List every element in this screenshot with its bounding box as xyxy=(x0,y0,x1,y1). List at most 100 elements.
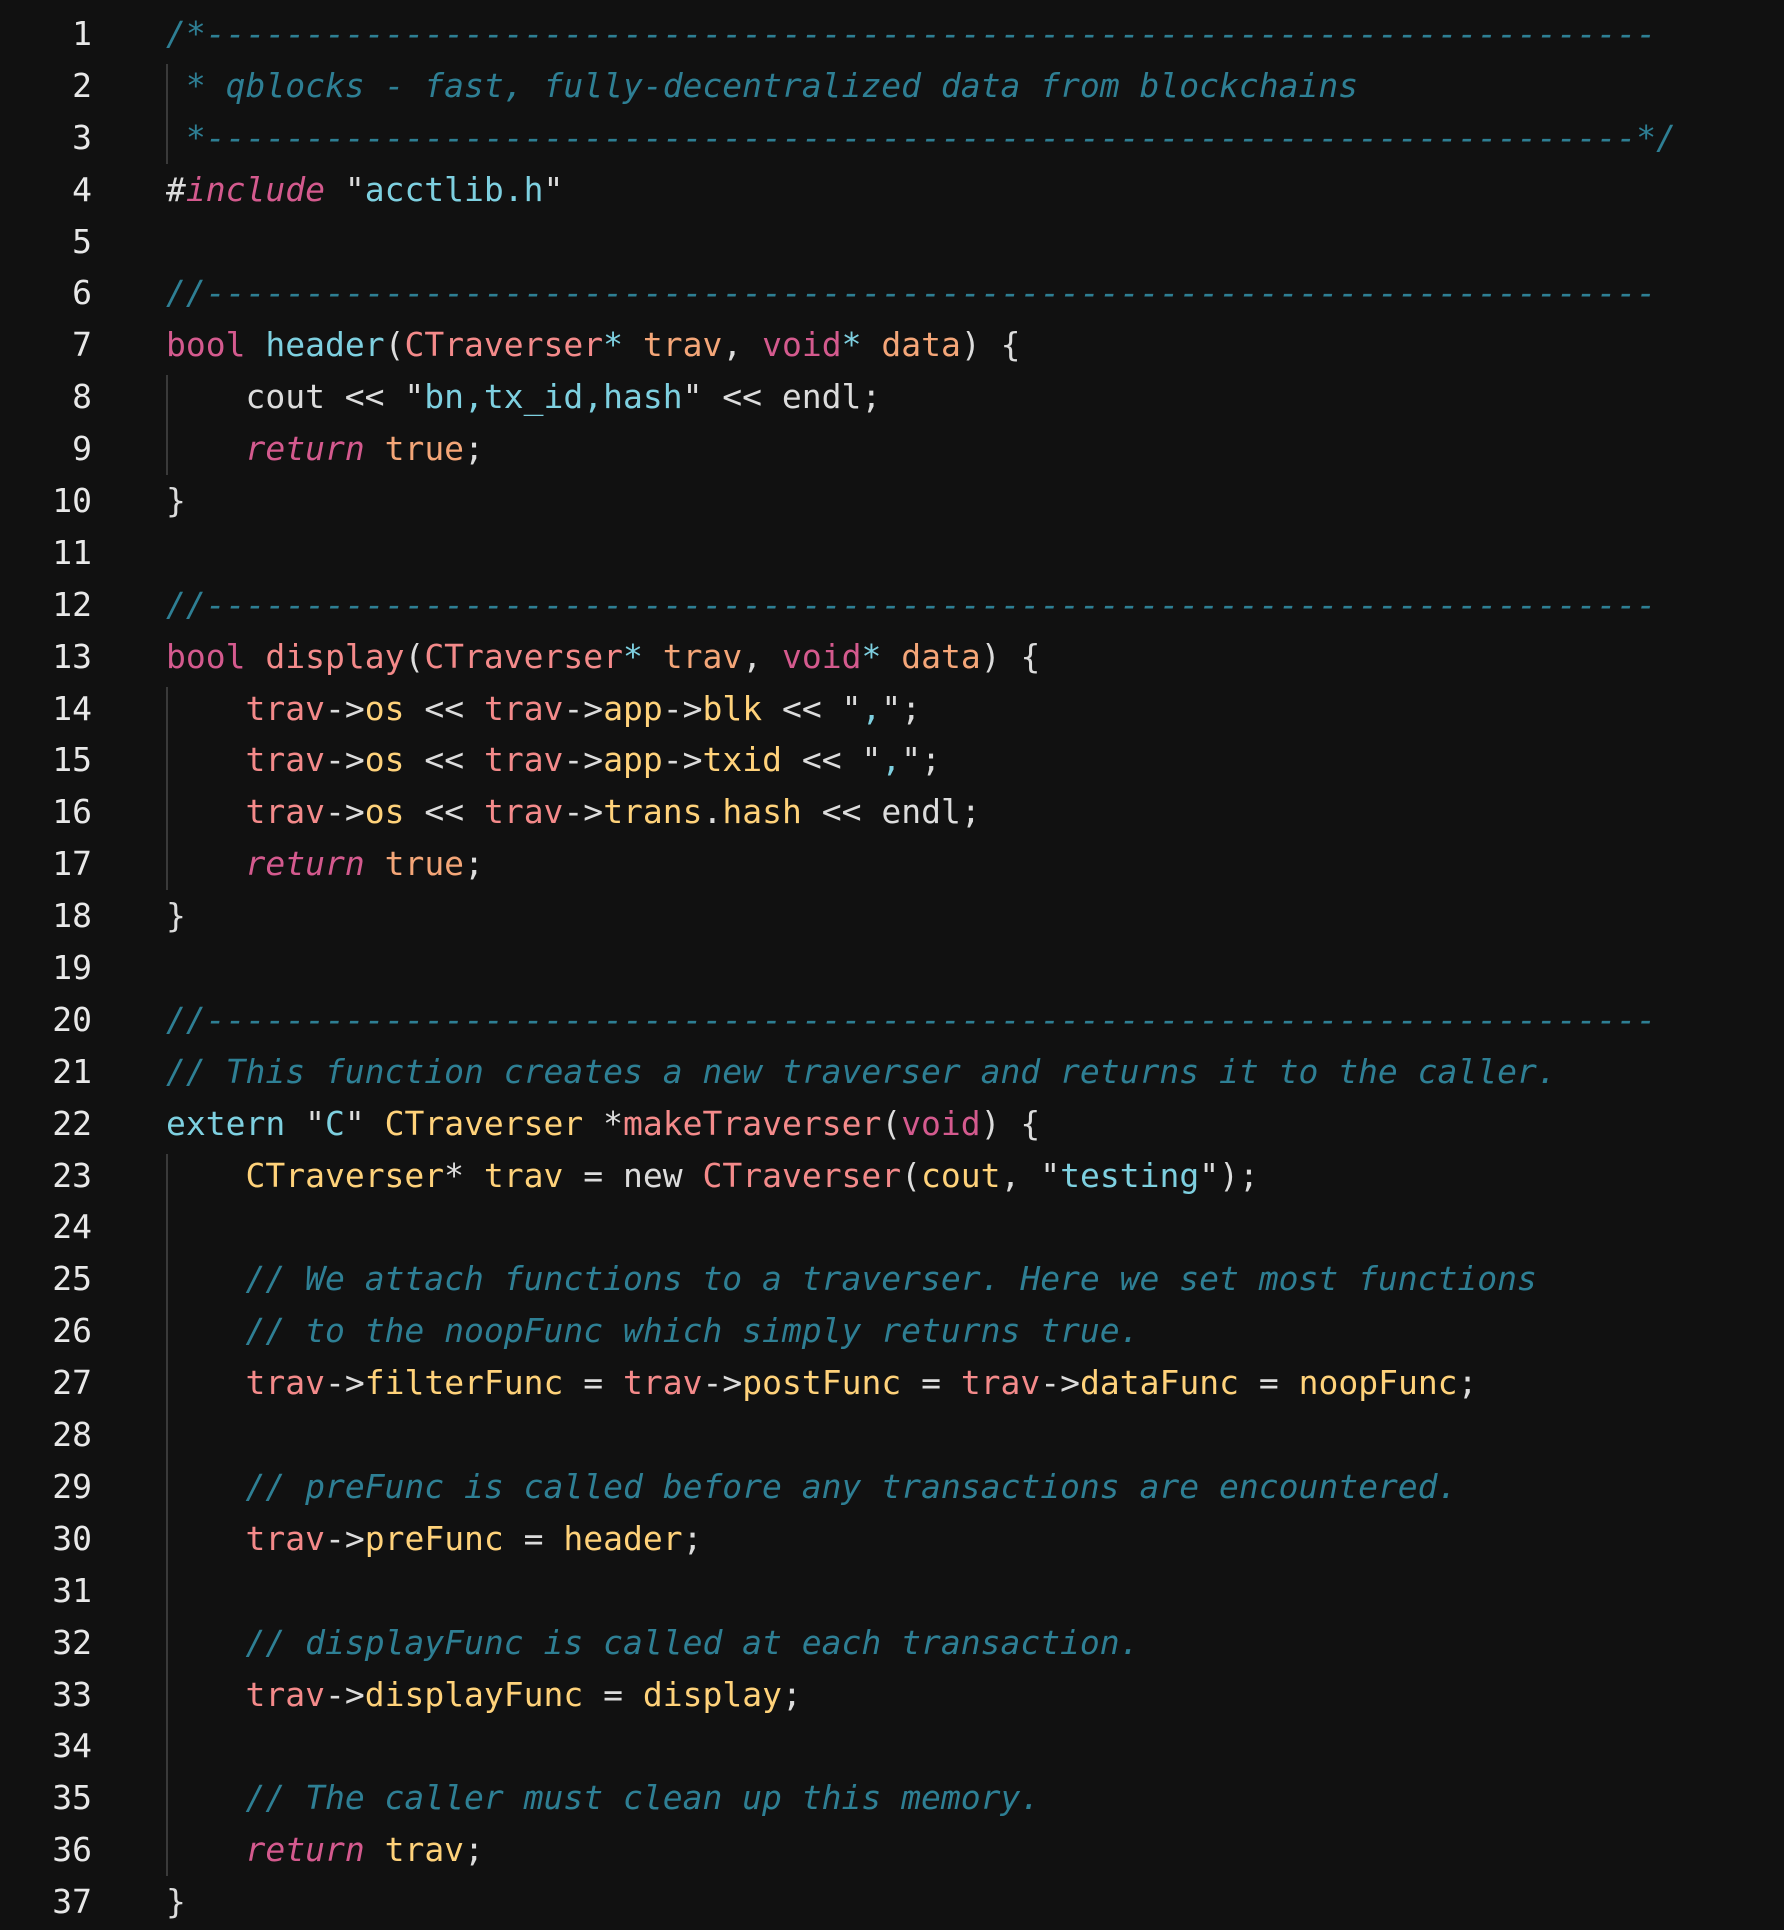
code-line[interactable]: 21 // This function creates a new travers… xyxy=(0,1046,1784,1098)
type-token: CTraverser xyxy=(384,1103,584,1143)
code-text[interactable]: } xyxy=(166,890,186,942)
code-text[interactable]: trav->filterFunc = trav->postFunc = trav… xyxy=(166,1357,1477,1409)
member-token: trans xyxy=(603,792,703,832)
code-text[interactable]: // The caller must clean up this memory. xyxy=(166,1772,1040,1824)
code-line[interactable]: 14 trav->os << trav->app->blk << ","; xyxy=(0,683,1784,735)
code-line[interactable]: 16 trav->os << trav->trans.hash << endl; xyxy=(0,786,1784,838)
plain-token: ; xyxy=(464,429,484,469)
code-text[interactable]: *---------------------------------------… xyxy=(166,112,1676,164)
code-line[interactable]: 9 return true; xyxy=(0,423,1784,475)
code-text[interactable]: // preFunc is called before any transact… xyxy=(166,1461,1457,1513)
code-line[interactable]: 17 return true; xyxy=(0,838,1784,890)
code-line[interactable]: 26 // to the noopFunc which simply retur… xyxy=(0,1305,1784,1357)
plain-token: ) { xyxy=(980,636,1041,676)
member-token: preFunc xyxy=(364,1518,504,1558)
code-text[interactable]: trav->os << trav->app->blk << ","; xyxy=(166,683,921,735)
string-token: C xyxy=(324,1103,345,1143)
code-line[interactable]: 36 return trav; xyxy=(0,1824,1784,1876)
code-line[interactable]: 28 xyxy=(0,1409,1784,1461)
code-text[interactable]: // displayFunc is called at each transac… xyxy=(166,1617,1140,1669)
comment-token: // displayFunc is called at each transac… xyxy=(245,1622,1140,1662)
code-line[interactable]: 24 xyxy=(0,1201,1784,1253)
comment-token: * qblocks - fast, fully-decentralized da… xyxy=(166,65,1359,105)
code-line[interactable]: 23 CTraverser* trav = new CTraverser(cou… xyxy=(0,1150,1784,1202)
code-line[interactable]: 31 xyxy=(0,1565,1784,1617)
code-text[interactable]: return true; xyxy=(166,838,483,890)
code-line[interactable]: 35 // The caller must clean up this memo… xyxy=(0,1772,1784,1824)
code-text[interactable]: #include "acctlib.h" xyxy=(166,164,563,216)
code-line[interactable]: 5 xyxy=(0,216,1784,268)
code-text[interactable]: // This function creates a new traverser… xyxy=(166,1046,1557,1098)
plain-token: " << endl; xyxy=(682,377,882,417)
plain-token: = xyxy=(583,1674,643,1714)
code-text[interactable]: } xyxy=(166,1876,186,1928)
code-line[interactable]: 7 bool header(CTraverser* trav, void* dat… xyxy=(0,319,1784,371)
code-line[interactable]: 30 trav->preFunc = header; xyxy=(0,1513,1784,1565)
code-line[interactable]: 11 xyxy=(0,527,1784,579)
code-line[interactable]: 29 // preFunc is called before any trans… xyxy=(0,1461,1784,1513)
code-line[interactable]: 1 /*-------------------------------------… xyxy=(0,8,1784,60)
code-text[interactable]: //--------------------------------------… xyxy=(166,994,1656,1046)
code-text[interactable]: // to the noopFunc which simply returns … xyxy=(166,1305,1139,1357)
code-text[interactable]: trav->preFunc = header; xyxy=(166,1513,702,1565)
member-token: displayFunc xyxy=(364,1674,584,1714)
code-line[interactable]: 19 xyxy=(0,942,1784,994)
code-line[interactable]: 37} xyxy=(0,1876,1784,1928)
member-token: dataFunc xyxy=(1080,1363,1239,1403)
code-text[interactable]: extern "C" CTraverser *makeTraverser(voi… xyxy=(166,1098,1040,1150)
code-editor[interactable]: 1 /*-------------------------------------… xyxy=(0,8,1784,1928)
code-text[interactable]: CTraverser* trav = new CTraverser(cout, … xyxy=(166,1150,1258,1202)
code-text[interactable]: //--------------------------------------… xyxy=(166,267,1656,319)
code-line[interactable]: 12 //------------------------------------… xyxy=(0,579,1784,631)
code-text[interactable]: } xyxy=(166,475,186,527)
line-number: 20 xyxy=(52,999,92,1039)
plain-token: ( xyxy=(384,325,405,365)
code-line[interactable]: 15 trav->os << trav->app->txid << ","; xyxy=(0,734,1784,786)
code-text[interactable]: trav->os << trav->trans.hash << endl; xyxy=(166,786,980,838)
code-text[interactable]: bool header(CTraverser* trav, void* data… xyxy=(166,319,1020,371)
line-number: 34 xyxy=(52,1726,92,1766)
plain-token: "; xyxy=(901,740,941,780)
line-number: 19 xyxy=(52,948,92,988)
code-line[interactable]: 18} xyxy=(0,890,1784,942)
plain-token: , xyxy=(742,636,782,676)
code-line[interactable]: 2 * qblocks - fast, fully-decentralized … xyxy=(0,60,1784,112)
code-line[interactable]: 6 //-------------------------------------… xyxy=(0,267,1784,319)
code-line[interactable]: 10} xyxy=(0,475,1784,527)
line-number: 33 xyxy=(52,1674,92,1714)
comment-token: //--------------------------------------… xyxy=(166,999,1657,1039)
code-line[interactable]: 20 //------------------------------------… xyxy=(0,994,1784,1046)
line-number: 4 xyxy=(72,169,92,209)
line-number: 18 xyxy=(52,896,92,936)
code-text[interactable]: trav->displayFunc = display; xyxy=(166,1669,801,1721)
code-text[interactable]: /*--------------------------------------… xyxy=(166,8,1656,60)
code-line[interactable]: 13 bool display(CTraverser* trav, void* d… xyxy=(0,631,1784,683)
code-line[interactable]: 4 #include "acctlib.h" xyxy=(0,164,1784,216)
code-line[interactable]: 25 // We attach functions to a traverser… xyxy=(0,1253,1784,1305)
code-line[interactable]: 34 xyxy=(0,1720,1784,1772)
code-line[interactable]: 27 trav->filterFunc = trav->postFunc = t… xyxy=(0,1357,1784,1409)
code-text[interactable]: bool display(CTraverser* trav, void* dat… xyxy=(166,631,1040,683)
indent-guide xyxy=(166,375,168,476)
code-text[interactable]: * qblocks - fast, fully-decentralized da… xyxy=(166,60,1358,112)
code-line[interactable]: 22 extern "C" CTraverser *makeTraverser(v… xyxy=(0,1098,1784,1150)
code-line[interactable]: 8 cout << "bn,tx_id,hash" << endl; xyxy=(0,371,1784,423)
code-text[interactable]: cout << "bn,tx_id,hash" << endl; xyxy=(166,371,881,423)
line-number: 1 xyxy=(72,14,92,53)
code-text[interactable]: return trav; xyxy=(166,1824,483,1876)
code-text[interactable]: //--------------------------------------… xyxy=(166,579,1656,631)
line-number: 11 xyxy=(52,532,92,572)
code-line[interactable]: 33 trav->displayFunc = display; xyxy=(0,1669,1784,1721)
code-line[interactable]: 3 *-------------------------------------… xyxy=(0,112,1784,164)
code-text[interactable]: trav->os << trav->app->txid << ","; xyxy=(166,734,941,786)
code-text[interactable]: return true; xyxy=(166,423,484,475)
code-text[interactable]: // We attach functions to a traverser. H… xyxy=(166,1253,1536,1305)
line-number: 16 xyxy=(52,792,92,832)
code-line[interactable]: 32 // displayFunc is called at each tran… xyxy=(0,1617,1784,1669)
